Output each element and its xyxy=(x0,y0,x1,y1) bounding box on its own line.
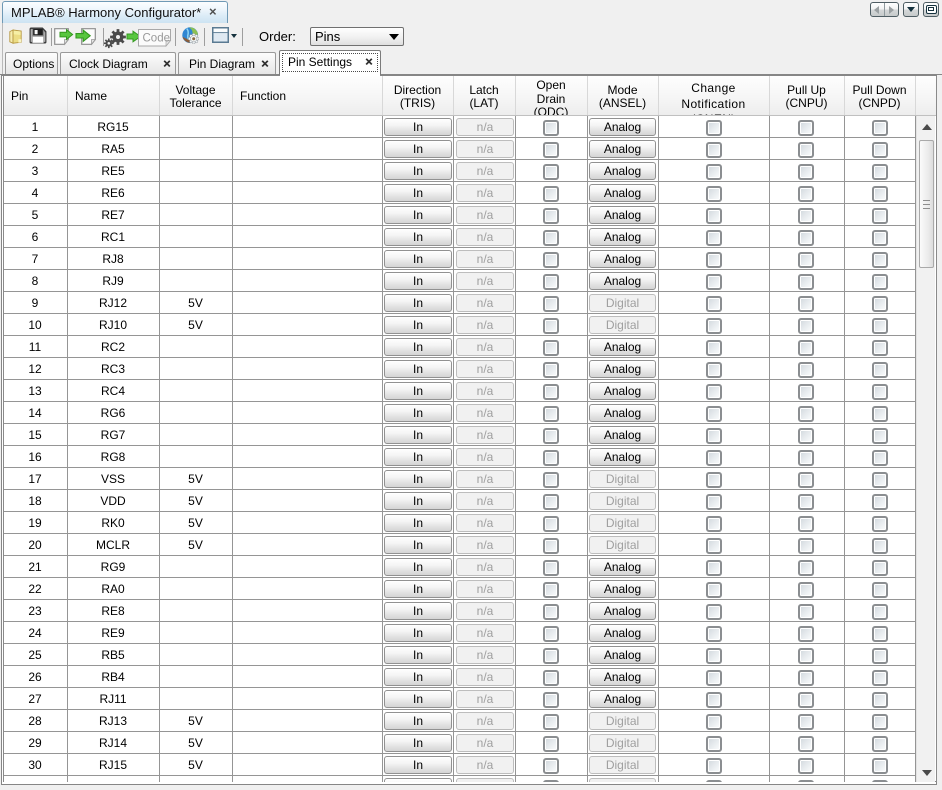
svg-text:Code: Code xyxy=(143,33,171,45)
